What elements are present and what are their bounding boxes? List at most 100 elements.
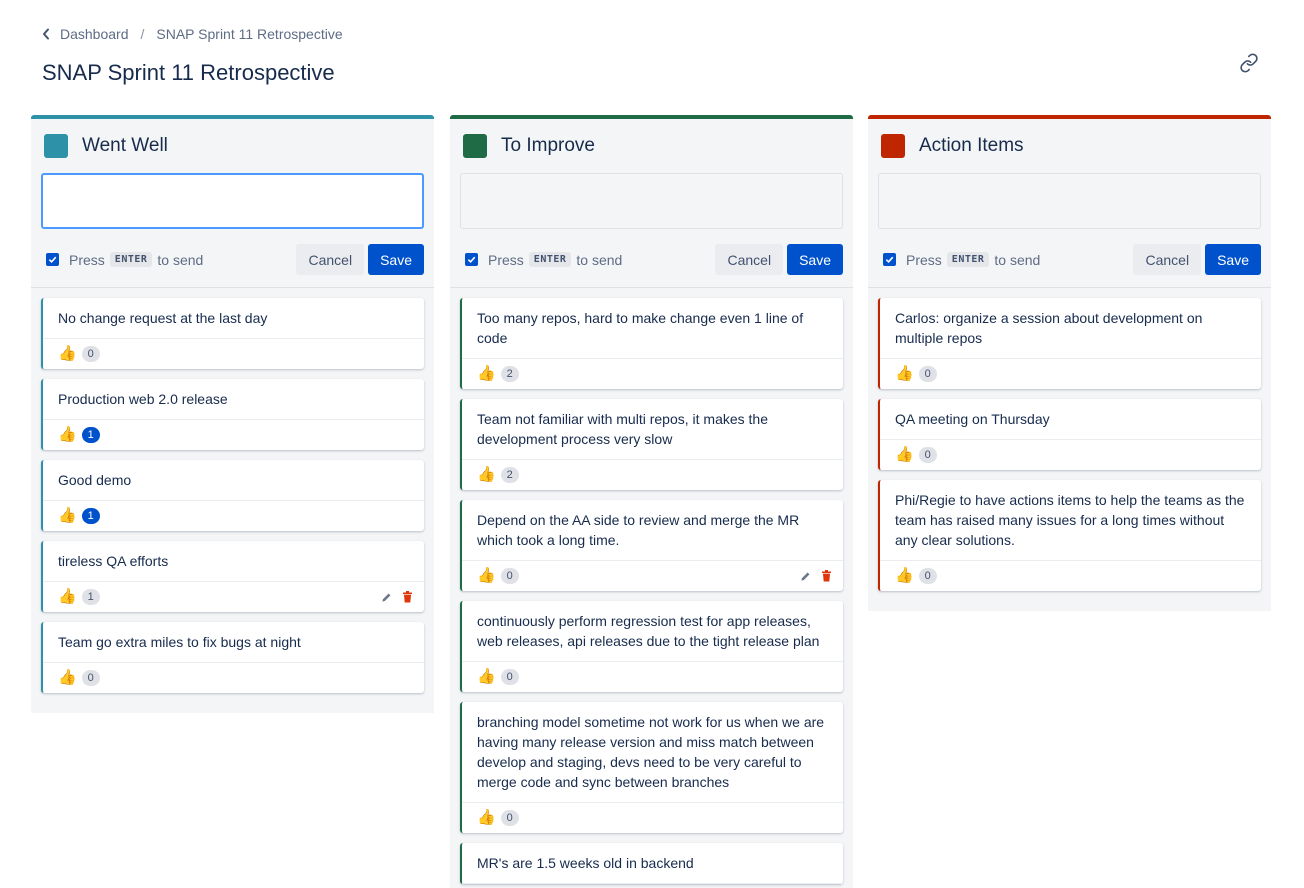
retro-card[interactable]: Team go extra miles to fix bugs at night… — [41, 622, 424, 693]
column-color-swatch — [881, 134, 905, 158]
breadcrumb-dashboard-link[interactable]: Dashboard — [60, 26, 129, 42]
vote-button[interactable]: 👍 1 — [58, 589, 100, 605]
card-footer: 👍 0 — [462, 803, 843, 833]
thumbs-up-icon: 👍 — [58, 345, 77, 362]
card-text: continuously perform regression test for… — [462, 601, 843, 662]
card-text: branching model sometime not work for us… — [462, 702, 843, 803]
card-list: Too many repos, hard to make change even… — [450, 288, 853, 888]
breadcrumb-separator: / — [140, 26, 145, 42]
vote-count-badge: 0 — [918, 568, 937, 584]
column-action-items: Action Items Press ENTER to send Cancel … — [868, 115, 1271, 611]
trash-icon[interactable] — [400, 590, 414, 604]
column-to-improve: To Improve Press ENTER to send Cancel Sa… — [450, 115, 853, 888]
vote-button[interactable]: 👍 1 — [58, 508, 100, 524]
card-tools — [372, 590, 414, 604]
cancel-button[interactable]: Cancel — [715, 244, 784, 275]
thumbs-up-icon: 👍 — [895, 365, 914, 382]
vote-button[interactable]: 👍 0 — [58, 670, 100, 686]
press-label: Press — [69, 251, 105, 268]
save-button[interactable]: Save — [368, 244, 424, 275]
card-text: tireless QA efforts — [43, 541, 424, 582]
enter-key-label: ENTER — [946, 252, 990, 267]
enter-to-send-option: Press ENTER to send — [41, 252, 203, 268]
press-label: Press — [488, 251, 524, 268]
checkbox-checked-icon[interactable] — [883, 253, 896, 266]
column-title: To Improve — [501, 135, 595, 156]
retro-card[interactable]: MR's are 1.5 weeks old in backend — [460, 843, 843, 884]
card-footer: 👍 1 — [43, 582, 424, 612]
card-tools — [791, 569, 833, 583]
vote-button[interactable]: 👍 0 — [58, 346, 100, 362]
retro-card[interactable]: Good demo 👍 1 — [41, 460, 424, 531]
vote-button[interactable]: 👍 2 — [477, 467, 519, 483]
card-footer: 👍 0 — [462, 662, 843, 692]
to-send-label: to send — [994, 251, 1041, 268]
pencil-icon[interactable] — [379, 590, 393, 604]
card-footer: 👍 0 — [880, 359, 1261, 389]
retro-card[interactable]: tireless QA efforts 👍 1 — [41, 541, 424, 612]
thumbs-up-icon: 👍 — [895, 446, 914, 463]
retro-card[interactable]: Team not familiar with multi repos, it m… — [460, 399, 843, 490]
vote-button[interactable]: 👍 0 — [477, 810, 519, 826]
card-list: No change request at the last day 👍 0 Produ… — [31, 288, 434, 713]
vote-button[interactable]: 👍 2 — [477, 366, 519, 382]
vote-button[interactable]: 👍 0 — [895, 447, 937, 463]
card-text: MR's are 1.5 weeks old in backend — [462, 843, 843, 884]
to-send-label: to send — [576, 251, 623, 268]
retro-card[interactable]: Phi/Regie to have actions items to help … — [878, 480, 1261, 591]
card-text: Carlos: organize a session about develop… — [880, 298, 1261, 359]
cancel-button[interactable]: Cancel — [1133, 244, 1202, 275]
link-icon[interactable] — [1236, 50, 1262, 76]
vote-count-badge: 1 — [81, 508, 100, 524]
vote-button[interactable]: 👍 1 — [58, 427, 100, 443]
enter-to-send-option: Press ENTER to send — [878, 252, 1040, 268]
retro-card[interactable]: continuously perform regression test for… — [460, 601, 843, 692]
retro-card[interactable]: Too many repos, hard to make change even… — [460, 298, 843, 389]
retro-card[interactable]: Depend on the AA side to review and merg… — [460, 500, 843, 591]
vote-count-badge: 0 — [500, 810, 519, 826]
card-footer: 👍 0 — [462, 561, 843, 591]
column-color-swatch — [463, 134, 487, 158]
card-footer: 👍 1 — [43, 420, 424, 450]
vote-button[interactable]: 👍 0 — [895, 366, 937, 382]
checkbox-checked-icon[interactable] — [465, 253, 478, 266]
card-footer: 👍 0 — [43, 663, 424, 693]
card-footer: 👍 2 — [462, 359, 843, 389]
column-header: Action Items — [868, 119, 1271, 173]
card-footer: 👍 1 — [43, 501, 424, 531]
new-card-input[interactable] — [460, 173, 843, 229]
save-button[interactable]: Save — [1205, 244, 1261, 275]
breadcrumb: Dashboard / SNAP Sprint 11 Retrospective — [42, 26, 343, 42]
column-went-well: Went Well Press ENTER to send Cancel Sav… — [31, 115, 434, 713]
new-card-input[interactable] — [878, 173, 1261, 229]
vote-button[interactable]: 👍 0 — [477, 568, 519, 584]
checkbox-checked-icon[interactable] — [46, 253, 59, 266]
cancel-button[interactable]: Cancel — [296, 244, 365, 275]
enter-to-send-option: Press ENTER to send — [460, 252, 622, 268]
new-card-input[interactable] — [41, 173, 424, 229]
card-footer: 👍 0 — [880, 440, 1261, 470]
thumbs-up-icon: 👍 — [58, 588, 77, 605]
retro-card[interactable]: Production web 2.0 release 👍 1 — [41, 379, 424, 450]
vote-count-badge: 0 — [500, 669, 519, 685]
vote-count-badge: 0 — [918, 447, 937, 463]
composer-actions: Press ENTER to send Cancel Save — [41, 244, 424, 275]
thumbs-up-icon: 👍 — [58, 669, 77, 686]
vote-button[interactable]: 👍 0 — [895, 568, 937, 584]
thumbs-up-icon: 👍 — [895, 567, 914, 584]
save-button[interactable]: Save — [787, 244, 843, 275]
retro-card[interactable]: QA meeting on Thursday 👍 0 — [878, 399, 1261, 470]
chevron-left-icon[interactable] — [42, 26, 56, 42]
thumbs-up-icon: 👍 — [477, 466, 496, 483]
retro-card[interactable]: branching model sometime not work for us… — [460, 702, 843, 833]
enter-key-label: ENTER — [528, 252, 572, 267]
vote-count-badge: 0 — [918, 366, 937, 382]
retro-card[interactable]: No change request at the last day 👍 0 — [41, 298, 424, 369]
trash-icon[interactable] — [819, 569, 833, 583]
retro-card[interactable]: Carlos: organize a session about develop… — [878, 298, 1261, 389]
card-composer: Press ENTER to send Cancel Save — [31, 173, 434, 275]
thumbs-up-icon: 👍 — [477, 567, 496, 584]
vote-button[interactable]: 👍 0 — [477, 669, 519, 685]
pencil-icon[interactable] — [798, 569, 812, 583]
card-footer: 👍 0 — [880, 561, 1261, 591]
